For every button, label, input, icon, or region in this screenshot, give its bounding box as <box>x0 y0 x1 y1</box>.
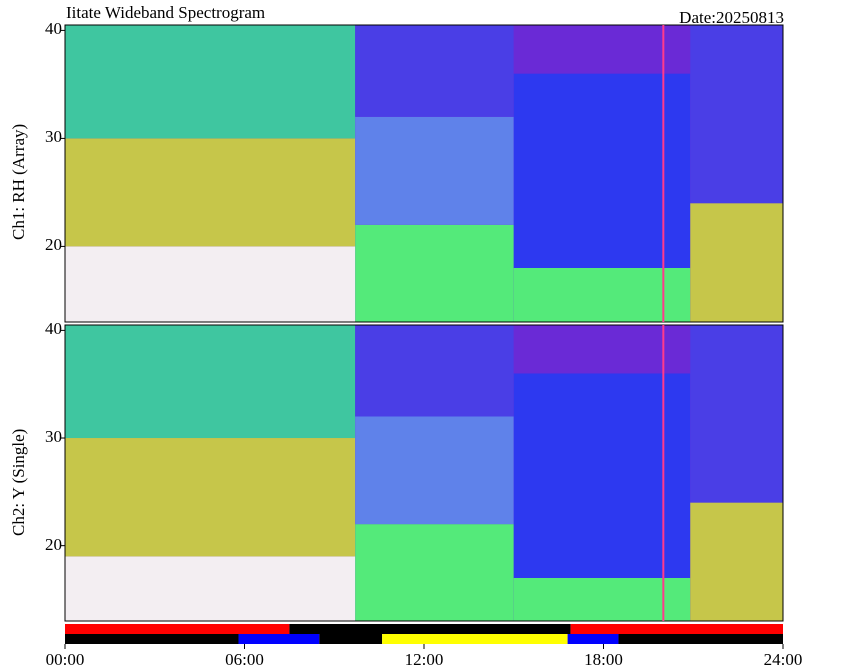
spectrogram-cell <box>690 25 783 204</box>
spectrogram-cell <box>65 25 356 139</box>
x-tick-label: 00:00 <box>45 650 85 669</box>
y-tick-label: 40 <box>45 19 62 39</box>
y-tick-label: 20 <box>45 235 62 255</box>
y-tick-label: 30 <box>45 127 62 147</box>
spectrogram-cell <box>355 416 514 525</box>
spectrogram-chart <box>61 24 784 649</box>
spectrogram-cell <box>355 224 514 322</box>
spectrogram-cell <box>690 203 783 322</box>
spectrogram-cell <box>355 524 514 621</box>
spectrogram-cell <box>65 325 356 439</box>
time-bar-bottom-segment <box>618 634 783 644</box>
time-bar-bottom-segment <box>238 634 320 644</box>
spectrogram-cell <box>65 556 356 621</box>
spectrogram-cell <box>65 138 356 247</box>
spectrogram-cell <box>690 325 783 503</box>
x-tick-label: 24:00 <box>763 650 803 669</box>
y-tick-label: 30 <box>45 427 62 447</box>
time-bar-bottom-segment <box>65 634 239 644</box>
time-bar-top-segment <box>65 624 290 634</box>
time-bar-top-segment <box>289 624 571 634</box>
y-tick-label: 20 <box>45 534 62 554</box>
spectrogram-cell <box>355 325 514 417</box>
time-bar-bottom-segment <box>319 634 383 644</box>
time-bar-bottom-segment <box>382 634 568 644</box>
x-tick-label: 06:00 <box>225 650 264 669</box>
spectrogram-cell <box>690 502 783 621</box>
spectrogram-cell <box>65 438 356 557</box>
spectrogram-cell <box>355 25 514 117</box>
time-bar-top-segment <box>570 624 783 634</box>
y-tick-label: 40 <box>45 319 62 339</box>
x-tick-label: 12:00 <box>404 650 444 669</box>
spectrogram-cell <box>355 116 514 225</box>
x-tick-label: 18:00 <box>584 650 623 669</box>
time-bar-bottom-segment <box>567 634 619 644</box>
spectrogram-cell <box>65 246 356 322</box>
